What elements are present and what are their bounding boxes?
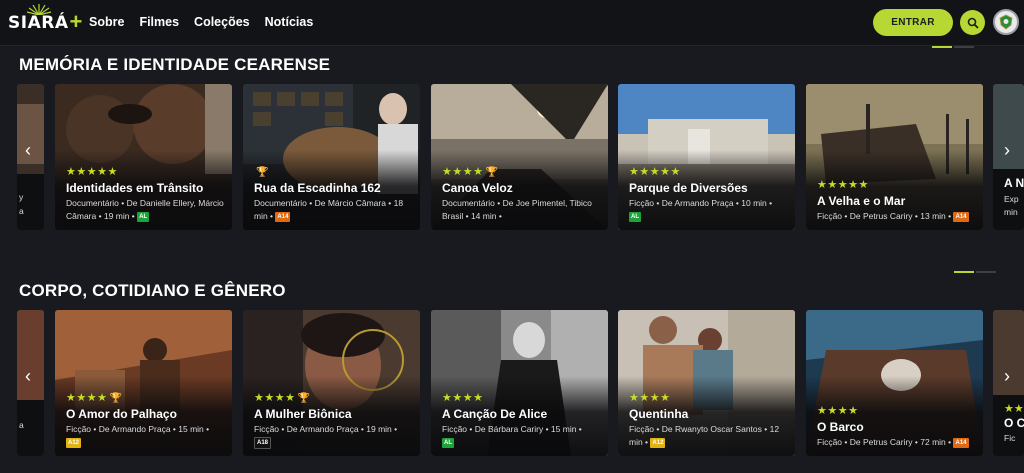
chevron-right-icon: ›	[1004, 366, 1010, 386]
section-title-corpo: CORPO, COTIDIANO E GÊNERO	[19, 281, 286, 300]
movie-title: A Canção De Alice	[442, 407, 548, 421]
age-rating-badge: AL	[442, 437, 454, 448]
movie-title: A Mulher Biônica	[254, 407, 352, 421]
star-rating: ★★★★	[442, 392, 484, 404]
movie-meta: Documentário • De Danielle Ellery, Márci…	[66, 198, 224, 222]
movie-meta: Ficção • De Armando Praça • 10 min • AL	[629, 198, 773, 222]
partial-meta: Fic	[1004, 433, 1016, 443]
star-rating: ★★★★ 🏆	[66, 392, 123, 404]
movie-meta: Ficção • De Armando Praça • 15 min • A12	[66, 424, 210, 448]
movie-title: Identidades em Trânsito	[66, 181, 204, 195]
movie-meta: Ficção • De Rwanyto Oscar Santos • 12 mi…	[629, 424, 780, 448]
partial-title: A N	[1004, 176, 1024, 190]
carousel-prev-button[interactable]: ‹	[18, 138, 38, 162]
search-icon	[967, 17, 979, 29]
user-avatar[interactable]	[993, 9, 1019, 35]
star-rating: ★★★★ 🏆	[442, 166, 499, 178]
card-info: ★★★★★ Parque de Diversões Ficção • De Ar…	[629, 166, 787, 223]
card-info: ★★★★ Quentinha Ficção • De Rwanyto Oscar…	[629, 392, 787, 449]
star-rating: ★★★★	[629, 392, 671, 404]
age-rating-badge: A14	[953, 437, 969, 448]
card-info: ★★★★ A Canção De Alice Ficção • De Bárba…	[442, 392, 600, 449]
star-rating: ★★★★ 🏆	[254, 392, 311, 404]
card-info: ★★★★ 🏆 A Mulher Biônica Ficção • De Arman…	[254, 392, 412, 449]
movie-meta: Ficção • De Armando Praça • 19 min • A18	[254, 423, 412, 449]
movie-title: O Barco	[817, 420, 864, 434]
partial-meta-2: min	[1004, 207, 1018, 217]
movie-title: Rua da Escadinha 162	[254, 181, 381, 195]
movie-meta: Documentário • De Márcio Câmara • 18 min…	[254, 198, 404, 222]
carousel-next-button[interactable]: ›	[997, 138, 1017, 162]
movie-title: Canoa Veloz	[442, 181, 513, 195]
movie-title: Quentinha	[629, 407, 689, 421]
movie-card[interactable]: ★★★★ 🏆 A Mulher Biônica Ficção • De Arman…	[243, 310, 420, 456]
partial-stars: ★★	[1004, 403, 1024, 415]
trophy-icon: 🏆	[256, 167, 269, 178]
nav-noticias[interactable]: Notícias	[265, 15, 314, 29]
age-rating-badge: A18	[254, 436, 272, 449]
movie-title: O Amor do Palhaço	[66, 407, 177, 421]
siara-logo[interactable]: SIARÁ +	[8, 4, 83, 35]
partial-meta-2: a	[19, 206, 24, 216]
star-rating: 🏆	[254, 166, 412, 179]
card-info: ★★★★ 🏆 Canoa Veloz Documentário • De Joe …	[442, 166, 600, 223]
age-rating-badge: A14	[275, 211, 291, 222]
search-button[interactable]	[960, 10, 985, 35]
partial-meta: a	[19, 420, 24, 430]
nav-sobre[interactable]: Sobre	[89, 15, 124, 29]
age-rating-badge: A14	[953, 211, 969, 222]
card-info: ★★★★★ Identidades em Trânsito Documentár…	[66, 166, 224, 223]
trophy-icon: 🏆	[297, 393, 311, 404]
carousel-indicator[interactable]	[932, 46, 974, 48]
ceara-seal-icon	[999, 14, 1013, 30]
star-rating: ★★★★★	[66, 166, 118, 178]
movie-card[interactable]: ★★★★★ Identidades em Trânsito Documentár…	[55, 84, 232, 230]
star-rating: ★★★★★	[817, 179, 869, 191]
partial-meta: Exp	[1004, 194, 1019, 204]
top-header: SIARÁ + Sobre Filmes Coleções Notícias EN…	[0, 0, 1024, 46]
trophy-icon: 🏆	[109, 393, 123, 404]
carousel-prev-button[interactable]: ‹	[18, 364, 38, 388]
section-title-memoria: MEMÓRIA E IDENTIDADE CEARENSE	[19, 55, 331, 74]
movie-meta: Ficção • De Petrus Cariry • 72 min • A14	[817, 437, 969, 448]
card-info: ★★★★ 🏆 O Amor do Palhaço Ficção • De Arma…	[66, 392, 224, 449]
movie-card[interactable]: ★★★★ A Canção De Alice Ficção • De Bárba…	[431, 310, 608, 456]
chevron-left-icon: ‹	[25, 366, 31, 386]
partial-meta: y	[19, 192, 24, 202]
card-info: ★★★★ O Barco Ficção • De Petrus Cariry •…	[817, 405, 975, 449]
nav-filmes[interactable]: Filmes	[139, 15, 179, 29]
logo-text: SIARÁ	[8, 13, 69, 33]
star-rating: ★★★★	[817, 405, 859, 417]
carousel-indicator[interactable]	[954, 271, 996, 273]
movie-card[interactable]: 🏆 Rua da Escadinha 162 Documentário • De…	[243, 84, 420, 230]
movie-meta: Ficção • De Petrus Cariry • 13 min • A14	[817, 211, 969, 222]
movie-title: Parque de Diversões	[629, 181, 748, 195]
movie-meta: Ficção • De Bárbara Cariry • 15 min • AL	[442, 424, 582, 448]
logo-plus: +	[69, 9, 83, 34]
partial-title: O C	[1004, 416, 1024, 430]
chevron-right-icon: ›	[1004, 140, 1010, 160]
movie-card[interactable]: ★★★★ O Barco Ficção • De Petrus Cariry •…	[806, 310, 983, 456]
age-rating-badge: AL	[629, 211, 641, 222]
star-rating: ★★★★★	[629, 166, 681, 178]
age-rating-badge: A12	[650, 437, 666, 448]
age-rating-badge: AL	[137, 211, 150, 222]
trophy-icon: 🏆	[485, 167, 499, 178]
card-info: ★★★★★ A Velha e o Mar Ficção • De Petrus…	[817, 179, 975, 223]
age-rating-badge: A12	[66, 437, 82, 448]
login-button[interactable]: ENTRAR	[873, 9, 953, 36]
nav-colecoes[interactable]: Coleções	[194, 15, 250, 29]
movie-meta: Documentário • De Joe Pimentel, Tibico B…	[442, 198, 592, 221]
movie-title: A Velha e o Mar	[817, 194, 906, 208]
chevron-left-icon: ‹	[25, 140, 31, 160]
main-nav: Sobre Filmes Coleções Notícias	[89, 15, 328, 29]
movie-card[interactable]: ★★★★★ A Velha e o Mar Ficção • De Petrus…	[806, 84, 983, 230]
movie-card[interactable]: ★★★★ Quentinha Ficção • De Rwanyto Oscar…	[618, 310, 795, 456]
movie-card[interactable]: ★★★★ 🏆 Canoa Veloz Documentário • De Joe …	[431, 84, 608, 230]
movie-card[interactable]: ★★★★★ Parque de Diversões Ficção • De Ar…	[618, 84, 795, 230]
card-info: 🏆 Rua da Escadinha 162 Documentário • De…	[254, 166, 412, 223]
movie-card[interactable]: ★★★★ 🏆 O Amor do Palhaço Ficção • De Arma…	[55, 310, 232, 456]
carousel-next-button[interactable]: ›	[997, 364, 1017, 388]
